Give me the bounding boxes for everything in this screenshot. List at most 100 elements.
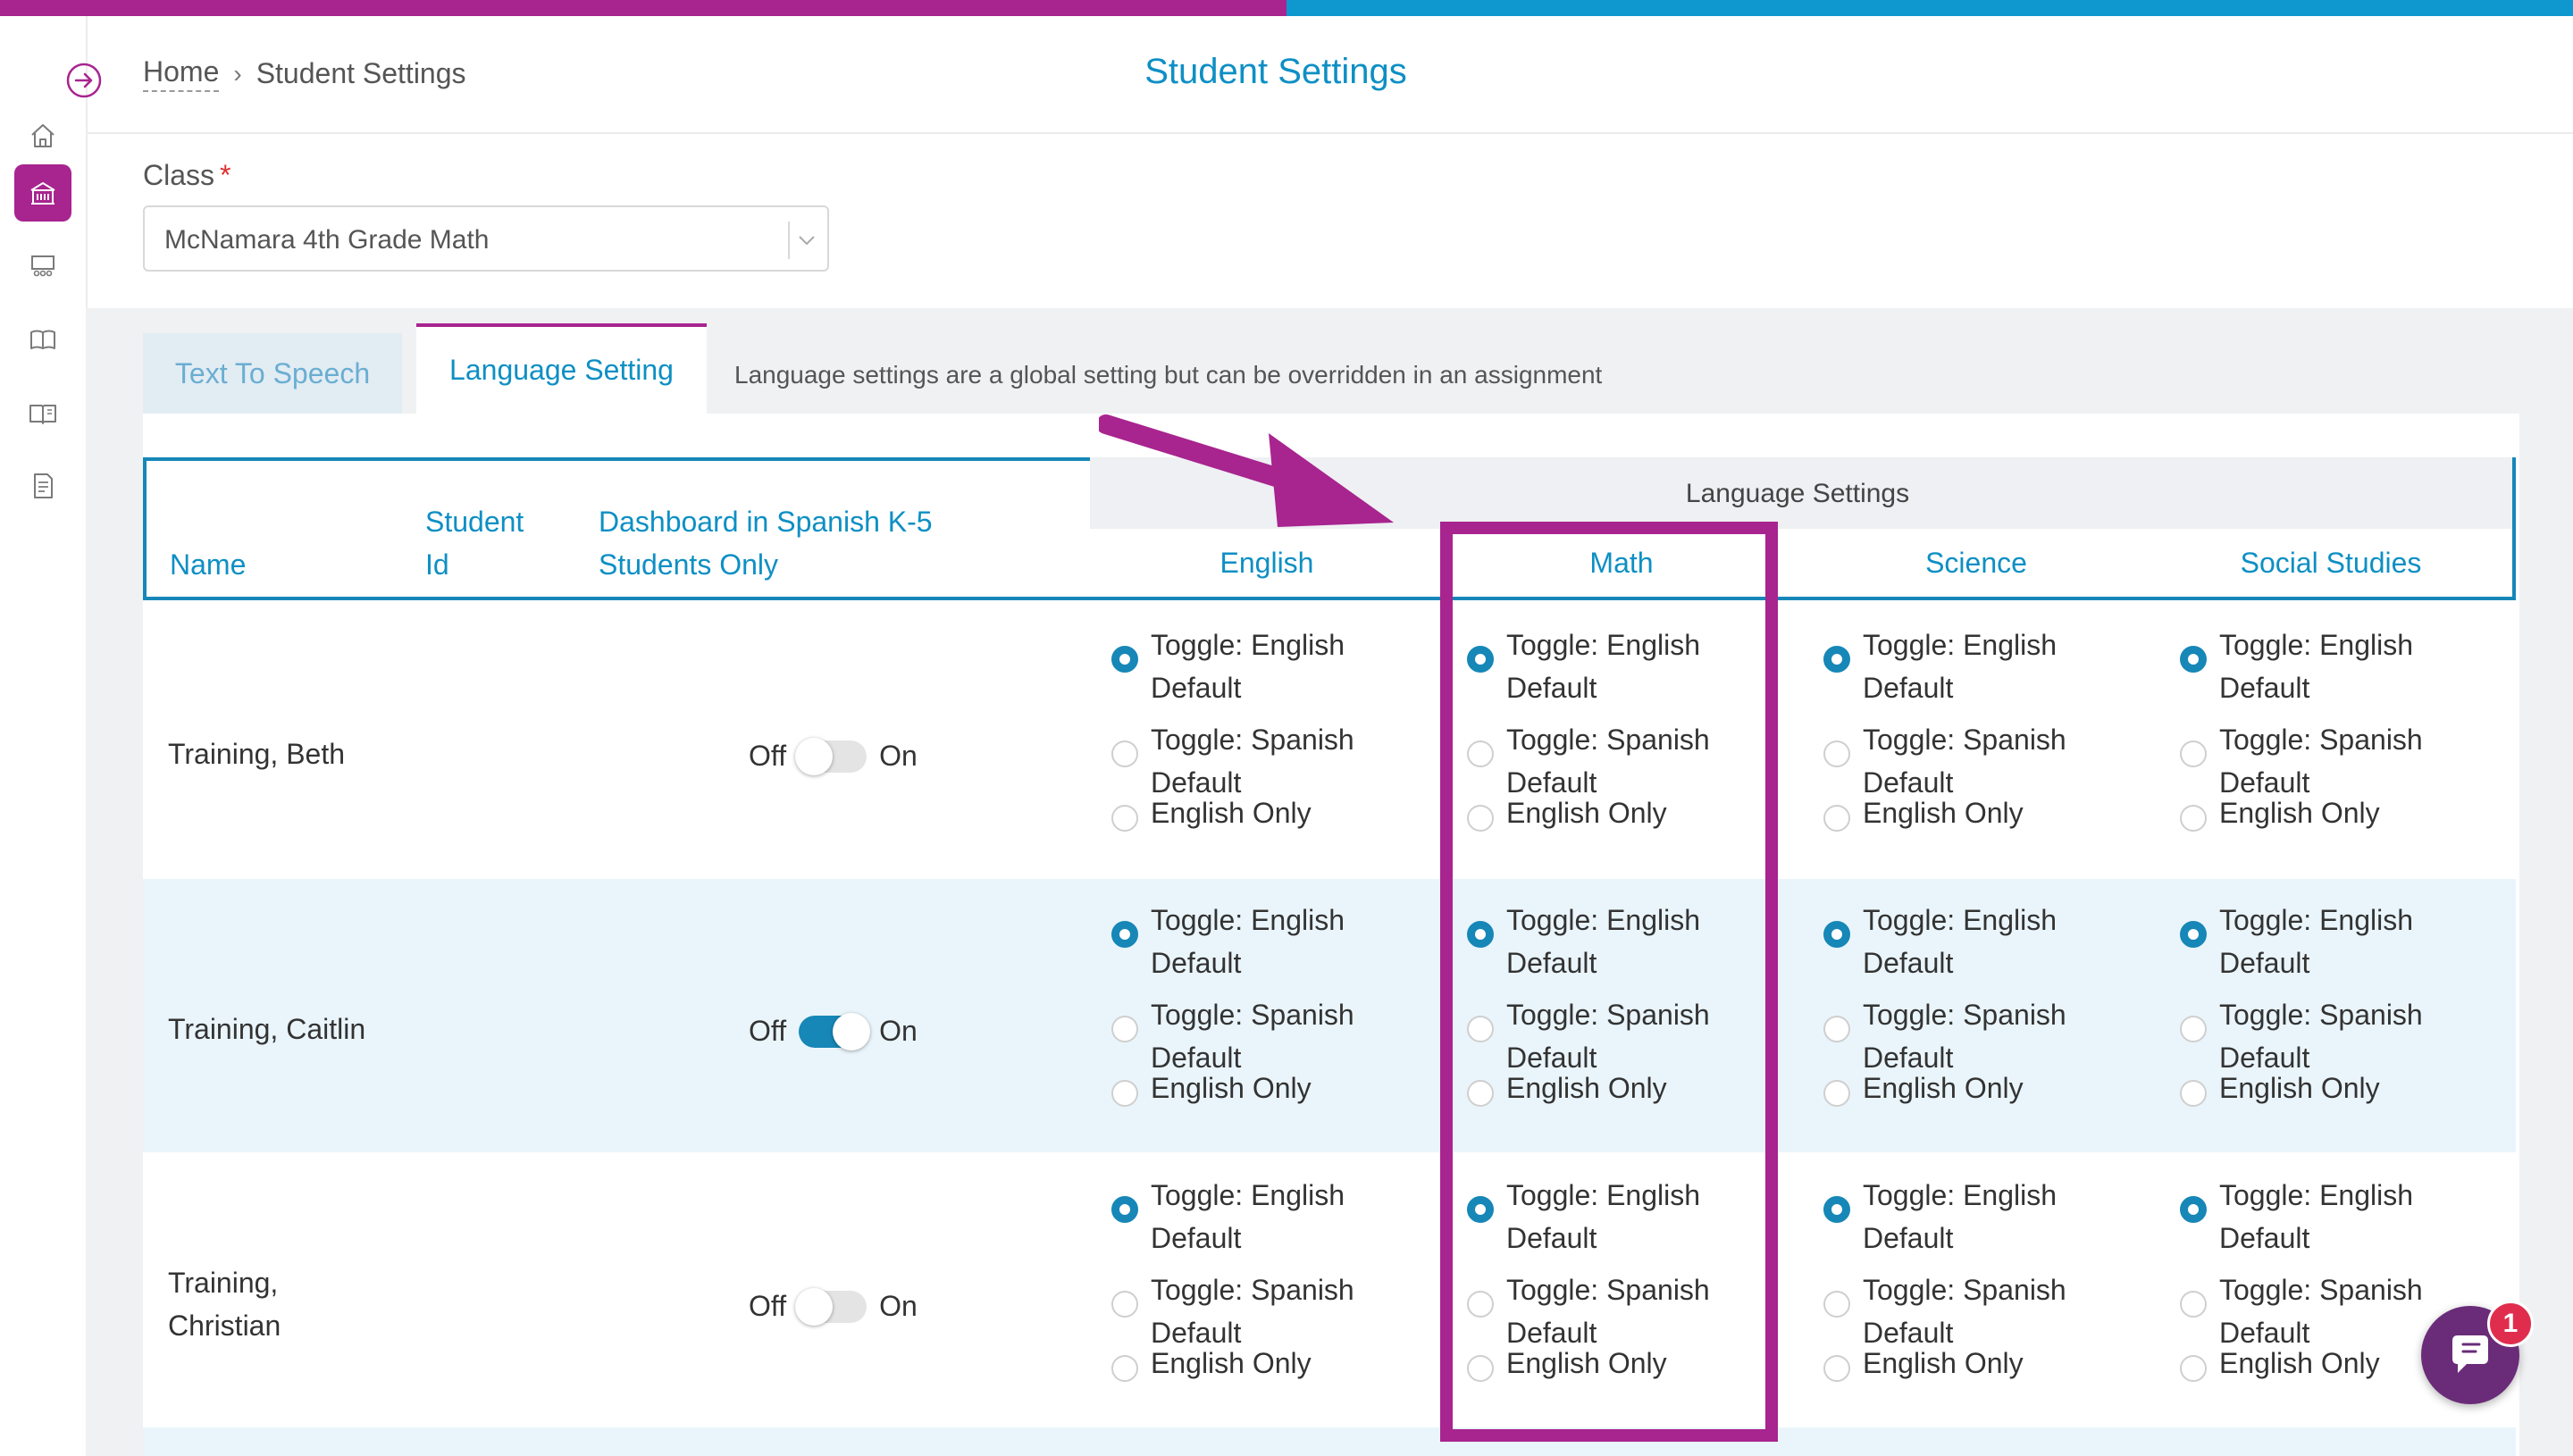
required-mark: * <box>220 159 231 191</box>
option-label: Toggle: English Default <box>1506 623 1810 709</box>
header-student-id[interactable]: Student Id <box>425 500 524 586</box>
header-name[interactable]: Name <box>170 543 246 586</box>
toggle-knob <box>833 1012 871 1050</box>
header-math[interactable]: Math <box>1444 541 1799 584</box>
radio-button[interactable] <box>1111 741 1138 767</box>
radio-button[interactable] <box>1111 921 1138 948</box>
dashboard-spanish-toggle[interactable]: Off On <box>749 737 918 775</box>
tab-language-setting[interactable]: Language Setting <box>416 323 707 414</box>
student-name-line2: Christian <box>168 1310 281 1342</box>
option-label-line1: Toggle: Spanish <box>2219 1274 2423 1306</box>
radio-button[interactable] <box>1823 1016 1850 1042</box>
header-dashboard-line2: Students Only <box>599 548 778 581</box>
radio-group-math: Toggle: English Default Toggle: Spanish Def… <box>1467 879 1806 1152</box>
home-icon[interactable] <box>14 107 71 164</box>
class-label: Class * <box>143 159 230 192</box>
radio-button[interactable] <box>2180 741 2207 767</box>
radio-button[interactable] <box>1467 1291 1494 1318</box>
option-label: English Only <box>1863 1067 2167 1109</box>
radio-button[interactable] <box>2180 646 2207 673</box>
header-social-studies[interactable]: Social Studies <box>2153 541 2509 584</box>
option-label-line1: English Only <box>1151 1347 1312 1379</box>
radio-button[interactable] <box>1467 921 1494 948</box>
header-science[interactable]: Science <box>1798 541 2154 584</box>
radio-button[interactable] <box>1467 646 1494 673</box>
radio-group-social-studies: Toggle: English Default Toggle: Spanish Def… <box>2180 879 2519 1152</box>
reading-icon[interactable] <box>14 384 71 441</box>
header-dashboard-line1: Dashboard in Spanish K-5 <box>599 506 933 538</box>
radio-button[interactable] <box>2180 1016 2207 1042</box>
radio-group-english: Toggle: English Default Toggle: Spanish Def… <box>1111 604 1451 877</box>
option-label-line2: Default <box>1863 1222 1954 1254</box>
radio-group-english: Toggle: English Default Toggle: Spanish Def… <box>1111 879 1451 1152</box>
radio-button[interactable] <box>1823 1080 1850 1107</box>
dashboard-spanish-toggle[interactable]: Off On <box>749 1287 918 1326</box>
chat-bubble-icon <box>2452 1335 2488 1373</box>
option-label: English Only <box>2219 1067 2523 1109</box>
radio-button[interactable] <box>1111 646 1138 673</box>
option-label-line1: Toggle: English <box>1506 1179 1701 1211</box>
radio-button[interactable] <box>1823 1196 1850 1223</box>
radio-button[interactable] <box>2180 1196 2207 1223</box>
radio-button[interactable] <box>2180 1080 2207 1107</box>
option-label: English Only <box>1151 1067 1454 1109</box>
option-label-line1: Toggle: English <box>1863 904 2058 936</box>
dashboard-spanish-toggle[interactable]: Off On <box>749 1012 918 1050</box>
book-icon[interactable] <box>14 311 71 368</box>
radio-button[interactable] <box>1111 1355 1138 1382</box>
chevron-down-icon[interactable] <box>793 223 820 257</box>
radio-button[interactable] <box>1823 646 1850 673</box>
header-english[interactable]: English <box>1089 541 1445 584</box>
radio-button[interactable] <box>2180 1291 2207 1318</box>
select-divider <box>788 222 790 259</box>
toggle-switch[interactable] <box>795 737 867 775</box>
tab-note: Language settings are a global setting b… <box>734 361 1603 389</box>
option-label-line1: Toggle: English <box>1863 629 2058 661</box>
option-label-line1: Toggle: Spanish <box>1506 1274 1710 1306</box>
radio-button[interactable] <box>1467 805 1494 832</box>
radio-button[interactable] <box>1111 1196 1138 1223</box>
option-label-line1: Toggle: English <box>1151 629 1345 661</box>
radio-button[interactable] <box>2180 805 2207 832</box>
student-name-line1: Training, Caitlin <box>168 1013 366 1045</box>
table-row-partial <box>143 1427 2516 1456</box>
radio-group-math: Toggle: English Default Toggle: Spanish Def… <box>1467 604 1806 877</box>
radio-button[interactable] <box>1467 741 1494 767</box>
radio-button[interactable] <box>2180 1355 2207 1382</box>
radio-button[interactable] <box>1111 805 1138 832</box>
radio-button[interactable] <box>1111 1291 1138 1318</box>
option-label: Toggle: English Default <box>2219 1174 2523 1259</box>
radio-button[interactable] <box>1467 1080 1494 1107</box>
school-icon[interactable] <box>14 164 71 222</box>
tab-text-to-speech[interactable]: Text To Speech <box>143 333 402 414</box>
radio-button[interactable] <box>1111 1016 1138 1042</box>
option-label: English Only <box>1151 1342 1454 1385</box>
option-label: Toggle: English Default <box>1151 623 1454 709</box>
toggle-off-label: Off <box>749 1015 787 1047</box>
toggle-knob <box>795 737 834 775</box>
option-label-line1: English Only <box>1506 1072 1667 1104</box>
classroom-icon[interactable] <box>14 238 71 295</box>
toggle-off-label: Off <box>749 740 787 772</box>
top-accent-bar <box>0 0 2573 16</box>
radio-button[interactable] <box>1467 1355 1494 1382</box>
radio-button[interactable] <box>1823 1355 1850 1382</box>
option-label-line1: Toggle: Spanish <box>1863 999 2066 1031</box>
radio-button[interactable] <box>1111 1080 1138 1107</box>
toggle-on-label: On <box>879 1290 918 1322</box>
document-icon[interactable] <box>14 457 71 515</box>
radio-button[interactable] <box>1823 1291 1850 1318</box>
radio-button[interactable] <box>1823 741 1850 767</box>
radio-button[interactable] <box>1467 1196 1494 1223</box>
toggle-switch[interactable] <box>799 1012 871 1050</box>
option-label-line2: Default <box>1151 1222 1242 1254</box>
header-dashboard-spanish[interactable]: Dashboard in Spanish K-5 Students Only <box>599 500 933 586</box>
radio-button[interactable] <box>1467 1016 1494 1042</box>
radio-button[interactable] <box>1823 805 1850 832</box>
radio-button[interactable] <box>2180 921 2207 948</box>
toggle-switch[interactable] <box>795 1287 867 1326</box>
option-label-line1: English Only <box>1506 1347 1667 1379</box>
radio-button[interactable] <box>1823 921 1850 948</box>
class-select[interactable]: McNamara 4th Grade Math <box>143 205 829 272</box>
option-label-line1: English Only <box>2219 1072 2380 1104</box>
